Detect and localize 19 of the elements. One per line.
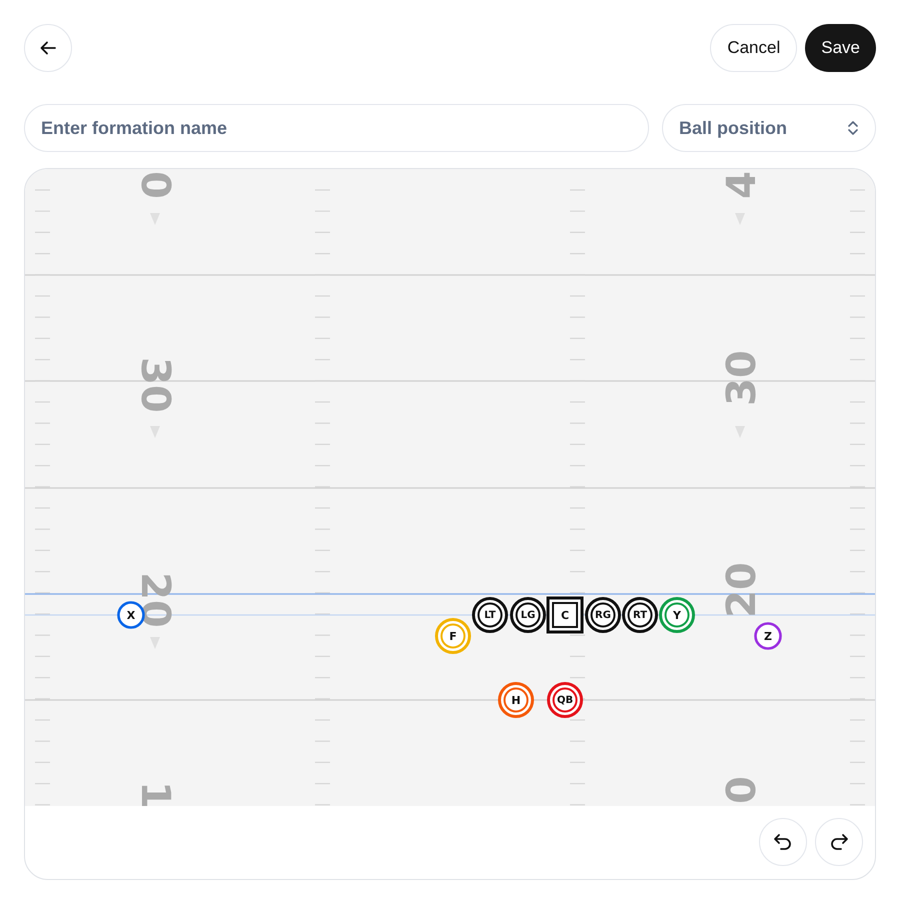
yard-number: 30	[132, 357, 178, 413]
yard-number: 4	[719, 171, 765, 199]
ball-position-select[interactable]: Ball position	[662, 104, 876, 152]
redo-button[interactable]	[815, 818, 863, 866]
ball-position-placeholder: Ball position	[679, 116, 787, 140]
redo-icon	[829, 833, 849, 851]
undo-button[interactable]	[759, 818, 807, 866]
undo-icon	[773, 833, 793, 851]
chevron-updown-icon	[847, 120, 859, 136]
player-marker[interactable]: C	[546, 596, 584, 634]
yard-number: 0	[719, 776, 765, 804]
back-arrow-icon	[39, 39, 57, 57]
yard-number: 20	[719, 562, 765, 618]
save-button[interactable]: Save	[805, 24, 876, 72]
yard-number: 0	[132, 171, 178, 199]
cancel-button[interactable]: Cancel	[710, 24, 798, 72]
back-button[interactable]	[24, 24, 72, 72]
yard-number: 30	[719, 350, 765, 406]
formation-name-field[interactable]: Enter formation name	[24, 104, 649, 152]
